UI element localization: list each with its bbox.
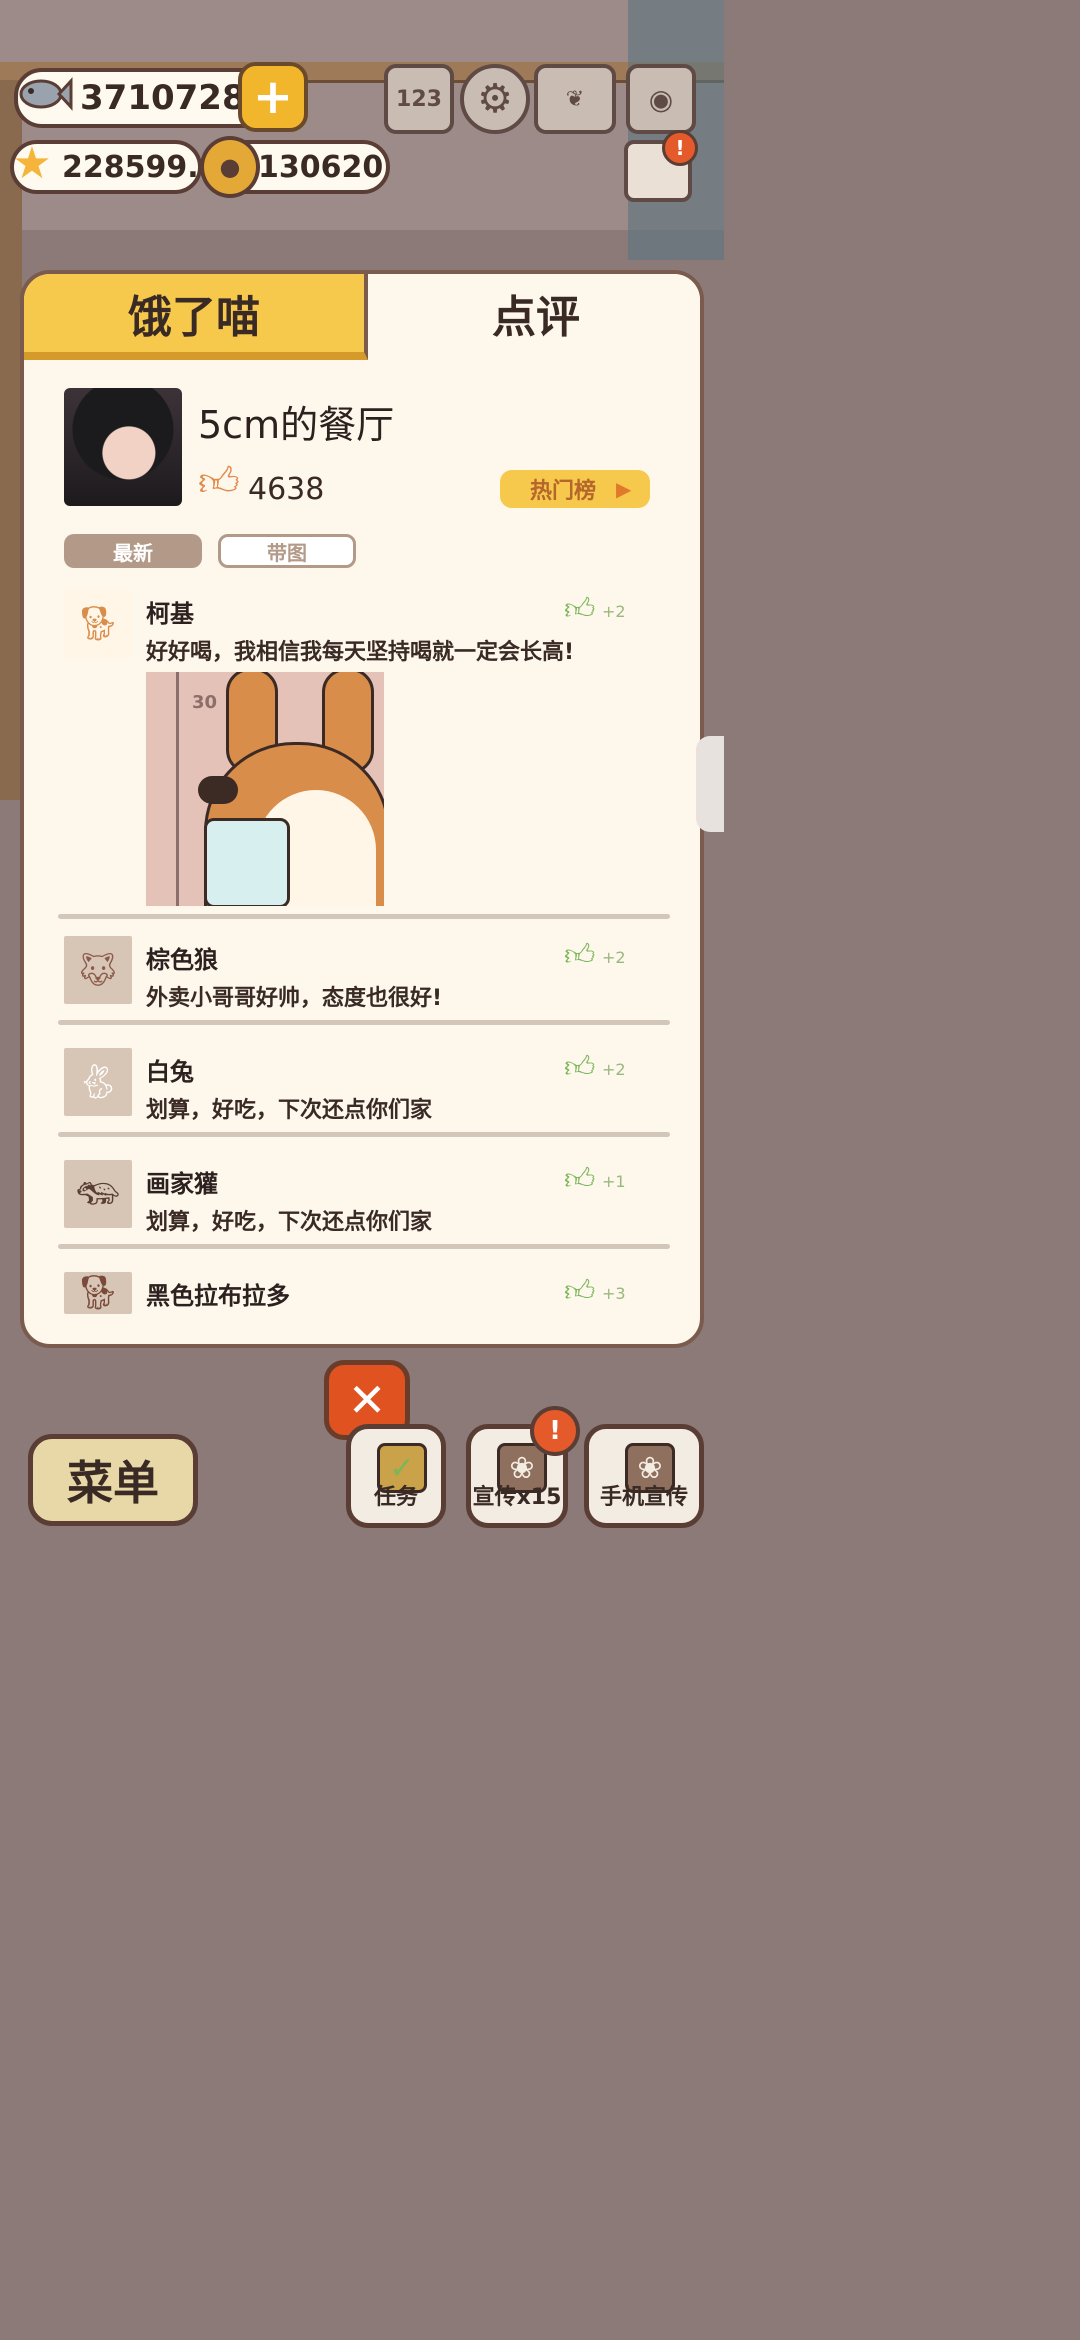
side-drawer-handle[interactable] [696,736,724,832]
paw-book-icon: ❦ [565,86,585,112]
task-label: 任务 [373,1485,418,1510]
tab-hungry-cat[interactable]: 饿了喵 [24,274,368,360]
wolf-avatar: 🐺︎ [64,936,132,1004]
badger-avatar: 🦡︎ [64,1160,132,1228]
bell-icon: ● [200,136,260,198]
hot-list-button[interactable]: 热门榜 ▶ [500,470,650,508]
star-count: 228599.6 [62,149,220,185]
restaurant-name: 5cm的餐厅 [198,403,395,447]
tab-reviews-label: 点评 [492,292,580,343]
tab-hungry-cat-label: 饿了喵 [128,292,260,343]
phone-promo-button[interactable]: ❀ 手机宣传 [584,1424,704,1528]
restaurant-avatar [64,388,182,506]
review-text: 好好喝，我相信我每天坚持喝就一定会长高! [146,640,575,665]
fish-icon [14,66,74,122]
reviewer-name: 白兔 [146,1058,194,1086]
divider [58,1132,670,1137]
rank-icon: 123 [396,86,442,112]
star-icon: ★ [12,137,52,189]
close-icon: ✕ [347,1373,387,1427]
reviewer-name: 黑色拉布拉多 [146,1282,290,1310]
divider [58,1244,670,1249]
tab-reviews[interactable]: 点评 [368,274,700,352]
reviewer-name: 柯基 [146,600,194,628]
filter-with-image[interactable]: 带图 [218,534,356,568]
hot-list-label: 热门榜 [530,479,597,504]
menu-button[interactable]: 菜单 [28,1434,198,1526]
thumbs-up-icon[interactable]: 👍︎ [564,592,595,628]
review-text: 划算，好吃，下次还点你们家 [146,1098,433,1123]
thumbs-up-icon[interactable]: 👍︎ [564,938,595,974]
alert-badge-icon: ! [662,130,698,166]
gear-icon: ⚙ [477,76,513,122]
divider [58,1020,670,1025]
review-text: 划算，好吃，下次还点你们家 [146,1210,433,1235]
corgi-avatar: 🐕︎ [64,590,132,658]
paw-book-button[interactable]: ❦ [534,64,616,134]
ruler-graphic [158,672,179,906]
reviewer-name: 画家獾 [146,1170,218,1198]
likes-count: 4638 [248,472,325,507]
like-increment: +1 [602,1172,626,1191]
rank-button[interactable]: 123 [384,64,454,134]
add-fish-button[interactable]: + [238,62,308,132]
ruler-label: 30 [192,692,218,713]
rabbit-avatar: 🐇︎ [64,1048,132,1116]
like-increment: +3 [602,1284,626,1303]
dog-nose [198,776,238,804]
bell-count: 130620 [258,149,384,185]
reviewer-name: 棕色狼 [146,946,218,974]
milk-bottle [204,818,290,906]
settings-button[interactable]: ⚙ [460,64,530,134]
promo-label: 宣传x15 [472,1485,562,1510]
camera-icon: ◉ [648,82,674,116]
filter-latest[interactable]: 最新 [64,534,202,568]
labrador-avatar: 🐕︎ [64,1272,132,1314]
phone-promo-label: 手机宣传 [599,1485,688,1510]
thumbs-up-icon[interactable]: 👍︎ [564,1162,595,1198]
camera-button[interactable]: ◉ [626,64,696,134]
like-increment: +2 [602,948,626,967]
like-increment: +2 [602,1060,626,1079]
alert-badge-icon: ! [530,1406,580,1456]
review-photo[interactable]: 30 [146,672,384,906]
divider [58,914,670,919]
play-arrow-icon: ▶ [616,477,632,501]
like-increment: +2 [602,602,626,621]
review-text: 外卖小哥哥好帅，态度也很好! [146,986,443,1011]
review-panel: 饿了喵 点评 5cm的餐厅 👍︎ 4638 热门榜 ▶ 最新 带图 🐕︎ 柯基 好… [20,270,704,1348]
thumbs-up-icon: 👍︎ [198,459,240,505]
thumbs-up-icon[interactable]: 👍︎ [564,1050,595,1086]
task-button[interactable]: ✓ 任务 [346,1424,446,1528]
thumbs-up-icon[interactable]: 👍︎ [564,1274,595,1310]
